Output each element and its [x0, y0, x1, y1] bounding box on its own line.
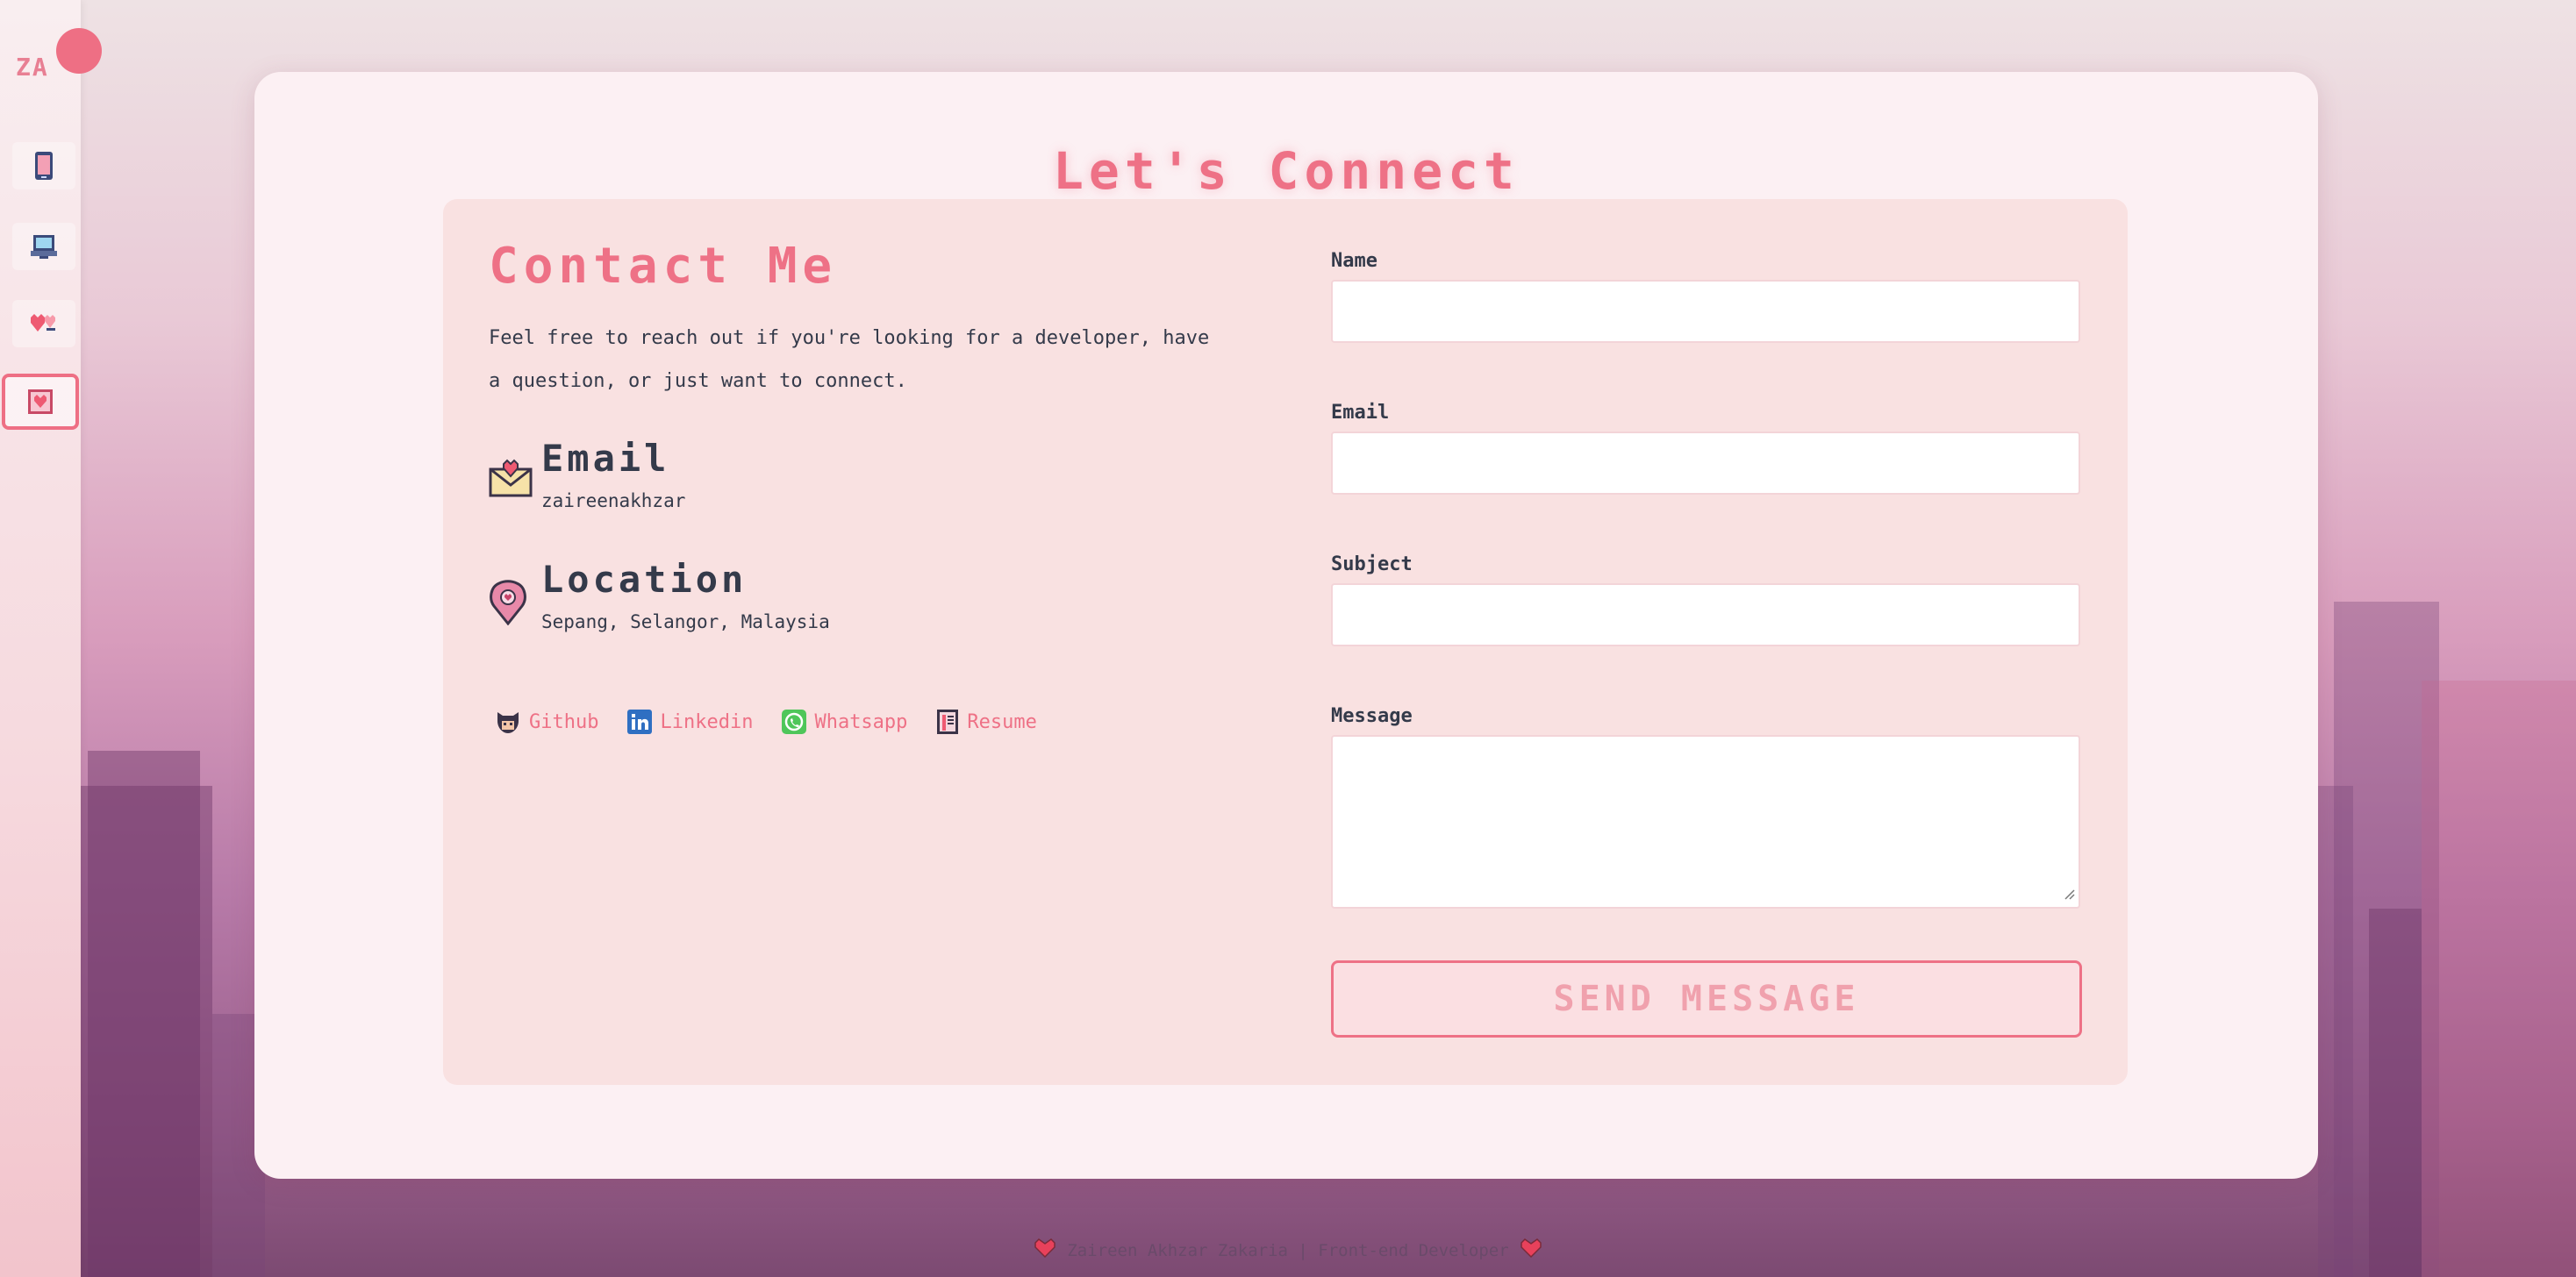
resize-handle-icon[interactable] [2063, 887, 2075, 903]
footer: Zaireen Akhzar Zakaria | Front-end Devel… [0, 1238, 2576, 1262]
heart-card-icon [26, 388, 54, 416]
logo-dot [56, 28, 102, 74]
email-info: Email zaireenakhzar [489, 438, 685, 511]
heart-icon [1034, 1238, 1056, 1262]
logo[interactable]: ZA [16, 53, 49, 82]
sidebar-item-skills[interactable] [12, 300, 75, 347]
contact-title: Contact Me [489, 238, 838, 295]
heart-icon [1520, 1238, 1542, 1262]
github-icon [494, 709, 522, 735]
footer-text: Zaireen Akhzar Zakaria | Front-end Devel… [1067, 1240, 1509, 1260]
map-pin-icon [489, 580, 534, 626]
message-field[interactable] [1331, 735, 2080, 909]
name-field[interactable] [1331, 280, 2080, 343]
link-github-label: Github [529, 710, 599, 733]
link-resume[interactable]: Resume [935, 708, 1037, 736]
email-field[interactable] [1331, 432, 2080, 495]
whatsapp-icon [781, 709, 807, 735]
location-info: Location Sepang, Selangor, Malaysia [489, 559, 830, 632]
phone-icon [33, 151, 54, 181]
send-message-button[interactable]: SEND MESSAGE [1331, 960, 2082, 1038]
sidebar-item-projects[interactable] [12, 223, 75, 270]
sidebar: ZA [0, 0, 102, 1277]
social-links: Github Linkedin Whatsapp Resume [494, 708, 1037, 736]
link-resume-label: Resume [967, 710, 1037, 733]
contact-panel: Contact Me Feel free to reach out if you… [443, 199, 2128, 1085]
message-label: Message [1331, 705, 1413, 727]
link-whatsapp[interactable]: Whatsapp [781, 708, 907, 736]
link-whatsapp-label: Whatsapp [814, 710, 908, 733]
email-title: Email [541, 437, 670, 480]
contact-intro: Feel free to reach out if you're looking… [489, 327, 1210, 392]
linkedin-icon [626, 709, 653, 735]
resume-icon [935, 708, 960, 736]
sidebar-item-home[interactable] [12, 142, 75, 189]
location-value: Sepang, Selangor, Malaysia [541, 611, 830, 632]
hearts-icon [29, 310, 59, 337]
link-github[interactable]: Github [494, 708, 598, 736]
subject-label: Subject [1331, 553, 1413, 575]
envelope-heart-icon [489, 459, 534, 504]
location-title: Location [541, 558, 748, 601]
computer-icon [29, 233, 59, 260]
link-linkedin[interactable]: Linkedin [626, 708, 753, 736]
email-value[interactable]: zaireenakhzar [541, 490, 685, 511]
email-label: Email [1331, 402, 1390, 424]
sidebar-item-contact[interactable] [2, 374, 79, 430]
link-linkedin-label: Linkedin [660, 710, 754, 733]
page-title: Let's Connect [1053, 140, 1520, 201]
contact-card: Let's Connect Contact Me Feel free to re… [254, 72, 2318, 1179]
name-label: Name [1331, 250, 1377, 272]
subject-field[interactable] [1331, 583, 2080, 646]
